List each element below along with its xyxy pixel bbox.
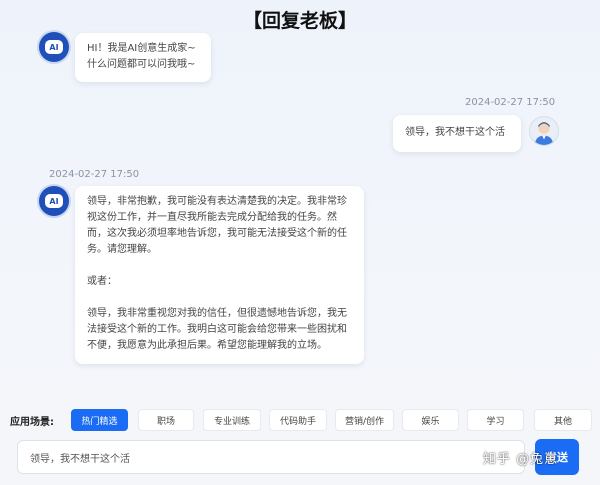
message-input[interactable]: 领导，我不想干这个活 <box>17 440 525 474</box>
scene-chip-workplace[interactable]: 职场 <box>138 409 194 431</box>
user-avatar <box>529 116 559 146</box>
watermark: 知乎 @兔崽 <box>483 452 559 467</box>
scene-chip-marketing[interactable]: 营销/创作 <box>335 409 394 431</box>
bot-reply-bubble: 领导，非常抱歉，我可能没有表达清楚我的决定。我非常珍视这份工作，并一直尽我所能去… <box>75 186 364 364</box>
page-title: 【回复老板】 <box>242 10 357 32</box>
scene-label: 应用场景: <box>10 417 54 428</box>
user-message-bubble: 领导，我不想干这个活 <box>393 115 521 152</box>
scene-chip-other[interactable]: 其他 <box>534 409 592 431</box>
user-message-timestamp: 2024-02-27 17:50 <box>465 97 556 108</box>
bot-avatar: AI <box>39 186 69 216</box>
bot-avatar: AI <box>39 32 69 62</box>
scene-chip-code[interactable]: 代码助手 <box>269 409 327 431</box>
scene-chip-training[interactable]: 专业训练 <box>203 409 261 431</box>
user-icon <box>534 122 554 145</box>
bot-reply-timestamp: 2024-02-27 17:50 <box>49 169 140 180</box>
robot-icon: AI <box>45 194 63 208</box>
robot-icon: AI <box>45 40 63 54</box>
bot-greeting-bubble: HI！我是AI创意生成家~ 什么问题都可以问我哦~ <box>75 33 211 82</box>
scene-chip-entertainment[interactable]: 娱乐 <box>402 409 459 431</box>
scene-selector: 应用场景: 热门精选 职场 专业训练 代码助手 营销/创作 娱乐 学习 其他 <box>0 409 600 431</box>
scene-chip-hot[interactable]: 热门精选 <box>71 409 128 431</box>
scene-chip-study[interactable]: 学习 <box>467 409 524 431</box>
